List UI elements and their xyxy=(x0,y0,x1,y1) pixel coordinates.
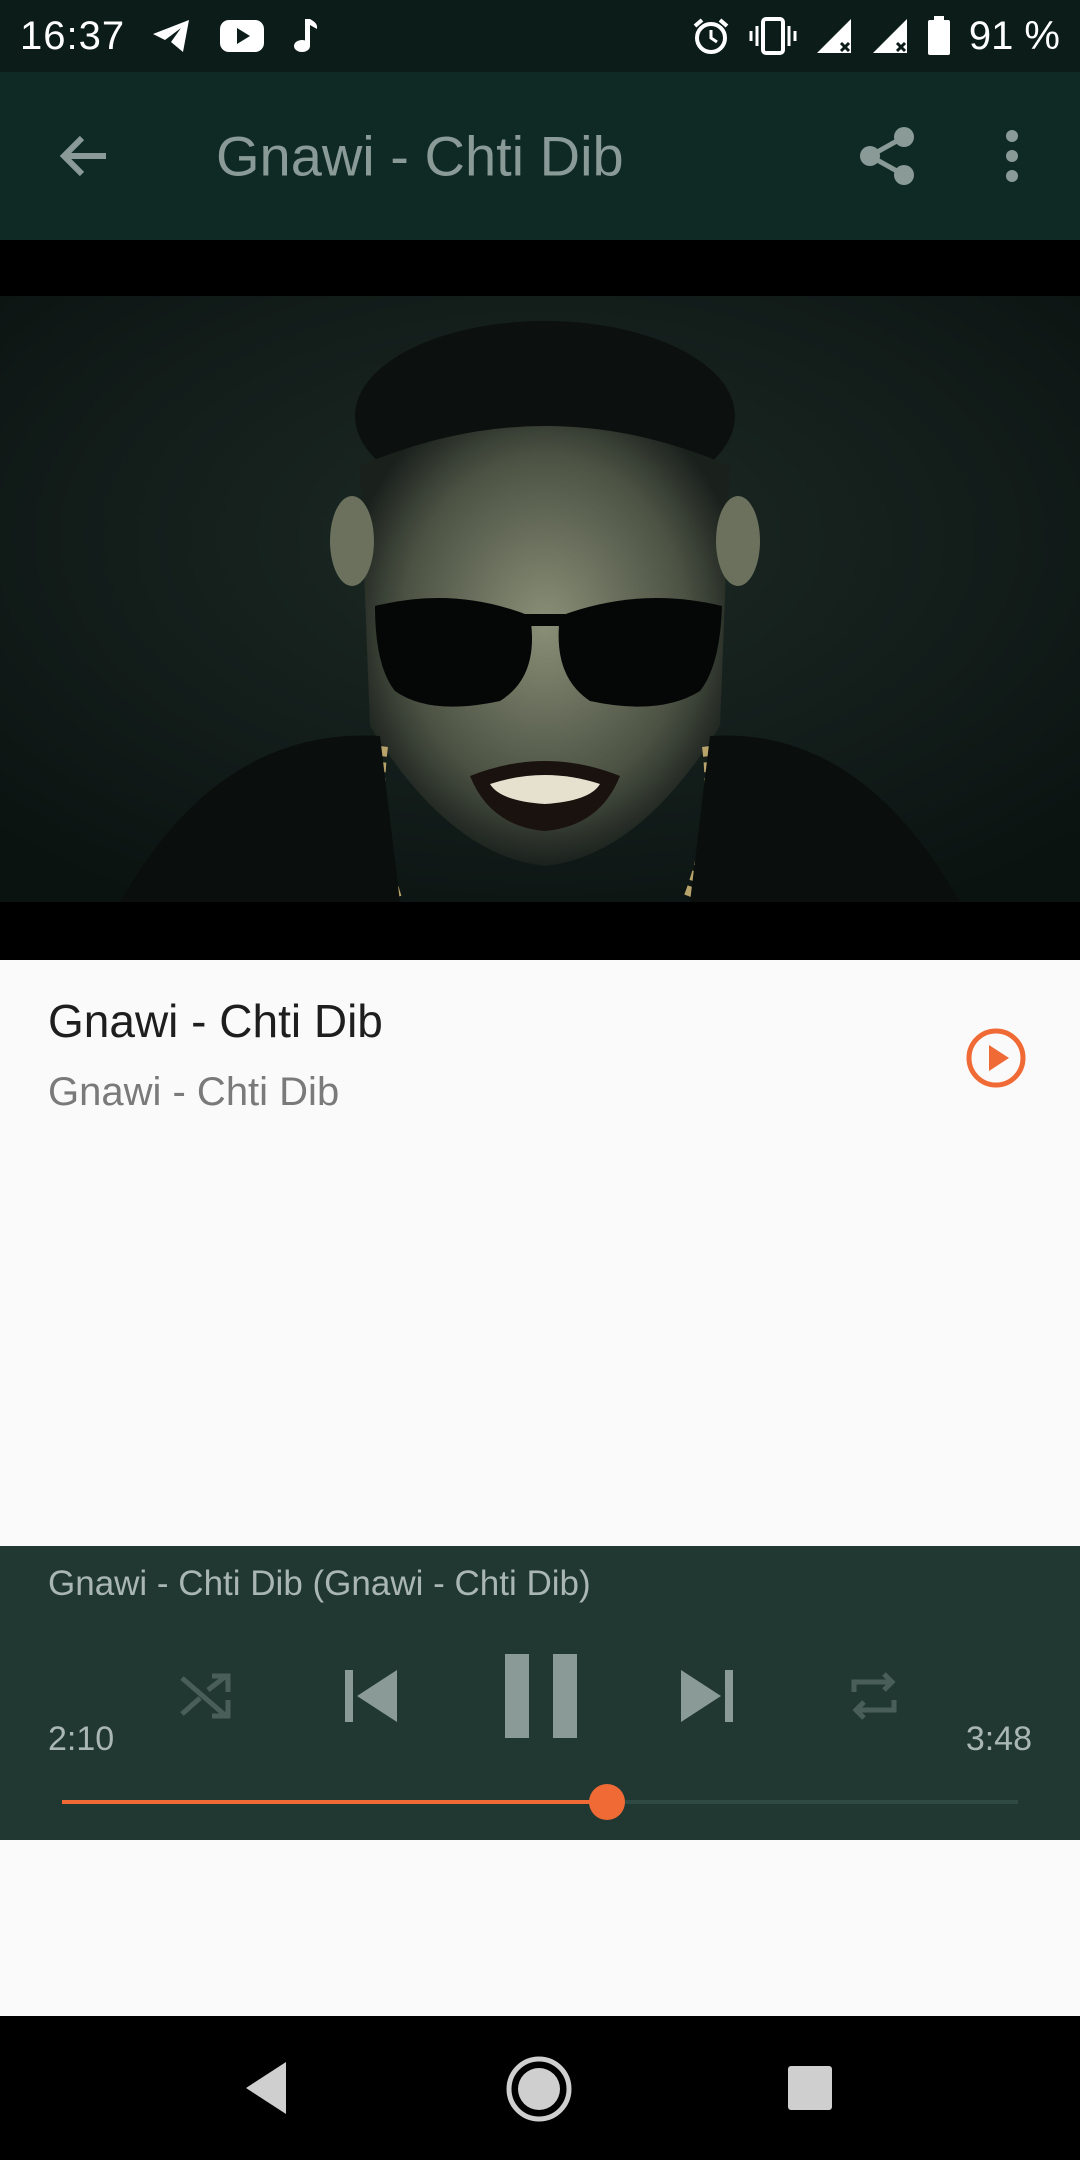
video-frame xyxy=(0,296,1080,902)
nav-recents-button[interactable] xyxy=(786,2064,834,2112)
system-nav-bar xyxy=(0,2016,1080,2160)
more-vert-icon xyxy=(1006,130,1018,182)
seek-bar-thumb[interactable] xyxy=(589,1784,625,1820)
elapsed-time: 2:10 xyxy=(48,1720,115,1758)
status-left: 16:37 xyxy=(20,14,319,59)
nav-back-icon xyxy=(246,2062,286,2114)
nav-recents-icon xyxy=(788,2066,832,2110)
battery-percent: 91 % xyxy=(968,13,1060,58)
status-right: 91 % xyxy=(691,14,1060,59)
share-button[interactable] xyxy=(852,120,924,192)
player-panel: Gnawi - Chti Dib (Gnawi - Chti Dib) 2:10… xyxy=(0,1546,1080,1840)
play-track-button[interactable] xyxy=(964,1026,1028,1090)
pause-button[interactable] xyxy=(496,1646,586,1746)
share-icon xyxy=(860,127,914,185)
play-circle-icon xyxy=(966,1028,1026,1088)
vibrate-icon xyxy=(749,16,797,56)
status-time: 16:37 xyxy=(20,13,126,58)
repeat-icon xyxy=(851,1672,897,1720)
app-bar: Gnawi - Chti Dib xyxy=(0,72,1080,240)
arrow-left-icon xyxy=(59,135,106,177)
telegram-icon xyxy=(151,18,193,54)
shuffle-button[interactable] xyxy=(174,1664,238,1728)
video-player[interactable] xyxy=(0,240,1080,960)
skip-previous-button[interactable] xyxy=(336,1656,406,1736)
skip-next-button[interactable] xyxy=(672,1656,742,1736)
repeat-button[interactable] xyxy=(842,1664,906,1728)
empty-area xyxy=(0,1840,1080,2016)
skip-next-icon xyxy=(681,1670,733,1722)
music-note-icon xyxy=(291,17,319,55)
nav-home-icon xyxy=(506,2056,572,2122)
total-time: 3:48 xyxy=(965,1720,1032,1758)
track-info: Gnawi - Chti Dib Gnawi - Chti Dib xyxy=(0,960,1080,1546)
track-subtitle: Gnawi - Chti Dib xyxy=(48,1070,340,1114)
pause-icon xyxy=(505,1654,577,1738)
video-thumbnail-image xyxy=(0,296,1080,902)
seek-bar[interactable] xyxy=(62,1784,1018,1820)
more-options-button[interactable] xyxy=(982,120,1042,192)
page-title: Gnawi - Chti Dib xyxy=(216,124,624,188)
now-playing-label: Gnawi - Chti Dib (Gnawi - Chti Dib) xyxy=(48,1564,591,1603)
status-bar: 16:37 91 % xyxy=(0,0,1080,72)
nav-back-button[interactable] xyxy=(238,2056,298,2120)
battery-icon xyxy=(927,16,951,56)
seek-bar-progress xyxy=(62,1800,607,1804)
signal-icon xyxy=(815,17,853,55)
alarm-icon xyxy=(691,16,731,56)
shuffle-icon xyxy=(180,1673,231,1719)
skip-previous-icon xyxy=(345,1670,397,1722)
back-button[interactable] xyxy=(48,120,120,192)
youtube-icon xyxy=(219,19,265,53)
signal-icon xyxy=(871,17,909,55)
track-title: Gnawi - Chti Dib xyxy=(48,995,383,1047)
nav-home-button[interactable] xyxy=(504,2054,574,2124)
